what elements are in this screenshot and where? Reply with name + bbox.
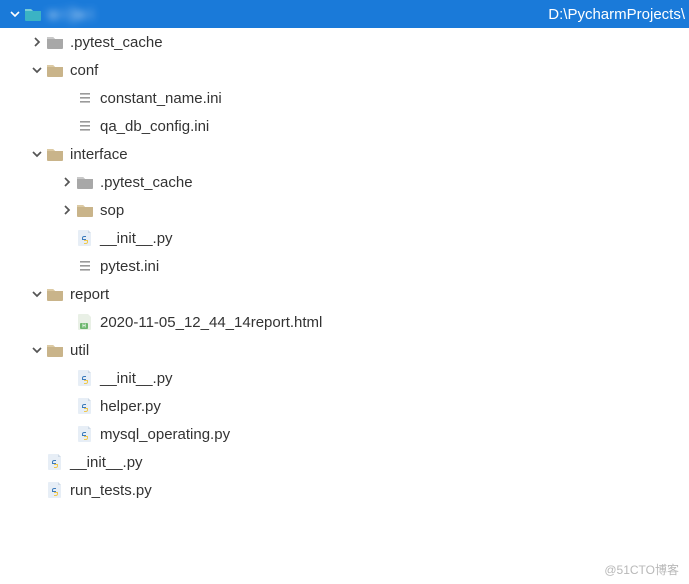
python-file-icon — [76, 369, 94, 387]
folder-icon — [76, 173, 94, 191]
svg-text:H: H — [82, 324, 86, 330]
chevron-down-icon[interactable] — [6, 5, 24, 23]
project-path-label: D:\PycharmProjects\ — [548, 6, 689, 23]
tree-row[interactable]: constant_name.ini — [0, 84, 689, 112]
folder-icon — [46, 33, 64, 51]
tree-row[interactable]: .pytest_cache — [0, 28, 689, 56]
tree-item-label: sop — [100, 202, 124, 219]
tree-item-label: .pytest_cache — [100, 174, 193, 191]
ini-file-icon — [76, 257, 94, 275]
tree-item-label: 2020-11-05_12_44_14report.html — [100, 314, 322, 331]
folder-icon — [76, 201, 94, 219]
project-root-row[interactable]: w i [w i D:\PycharmProjects\ — [0, 0, 689, 28]
watermark: @51CTO博客 — [604, 561, 679, 578]
folder-icon — [46, 341, 64, 359]
tree-item-label: util — [70, 342, 89, 359]
ini-file-icon — [76, 117, 94, 135]
chevron-down-icon[interactable] — [28, 285, 46, 303]
tree-row[interactable]: sop — [0, 196, 689, 224]
tree-row[interactable]: run_tests.py — [0, 476, 689, 504]
tree-item-label: run_tests.py — [70, 482, 152, 499]
project-tree: w i [w i D:\PycharmProjects\ .pytest_cac… — [0, 0, 689, 504]
tree-item-label: constant_name.ini — [100, 90, 222, 107]
tree-item-label: helper.py — [100, 398, 161, 415]
folder-icon — [24, 5, 42, 23]
chevron-right-icon[interactable] — [58, 173, 76, 191]
tree-item-label: __init__.py — [100, 230, 173, 247]
tree-row[interactable]: __init__.py — [0, 224, 689, 252]
python-file-icon — [76, 229, 94, 247]
tree-row[interactable]: report — [0, 280, 689, 308]
tree-item-label: pytest.ini — [100, 258, 159, 275]
tree-item-label: __init__.py — [100, 370, 173, 387]
python-file-icon — [76, 425, 94, 443]
tree-row[interactable]: .pytest_cache — [0, 168, 689, 196]
python-file-icon — [46, 453, 64, 471]
chevron-down-icon[interactable] — [28, 341, 46, 359]
tree-row[interactable]: mysql_operating.py — [0, 420, 689, 448]
tree-row[interactable]: __init__.py — [0, 364, 689, 392]
tree-row[interactable]: pytest.ini — [0, 252, 689, 280]
project-name-label: w i [w i — [48, 6, 93, 23]
tree-row[interactable]: conf — [0, 56, 689, 84]
python-file-icon — [76, 397, 94, 415]
html-file-icon: H — [76, 313, 94, 331]
tree-item-label: qa_db_config.ini — [100, 118, 209, 135]
tree-row[interactable]: util — [0, 336, 689, 364]
tree-item-label: report — [70, 286, 109, 303]
tree-row[interactable]: interface — [0, 140, 689, 168]
tree-row[interactable]: helper.py — [0, 392, 689, 420]
python-file-icon — [46, 481, 64, 499]
chevron-right-icon[interactable] — [58, 201, 76, 219]
tree-item-label: interface — [70, 146, 128, 163]
tree-item-label: .pytest_cache — [70, 34, 163, 51]
tree-item-label: __init__.py — [70, 454, 143, 471]
chevron-down-icon[interactable] — [28, 61, 46, 79]
chevron-right-icon[interactable] — [28, 33, 46, 51]
tree-item-label: mysql_operating.py — [100, 426, 230, 443]
tree-item-label: conf — [70, 62, 98, 79]
folder-icon — [46, 285, 64, 303]
chevron-down-icon[interactable] — [28, 145, 46, 163]
folder-icon — [46, 61, 64, 79]
ini-file-icon — [76, 89, 94, 107]
tree-row[interactable]: qa_db_config.ini — [0, 112, 689, 140]
tree-row[interactable]: __init__.py — [0, 448, 689, 476]
tree-row[interactable]: H 2020-11-05_12_44_14report.html — [0, 308, 689, 336]
folder-icon — [46, 145, 64, 163]
